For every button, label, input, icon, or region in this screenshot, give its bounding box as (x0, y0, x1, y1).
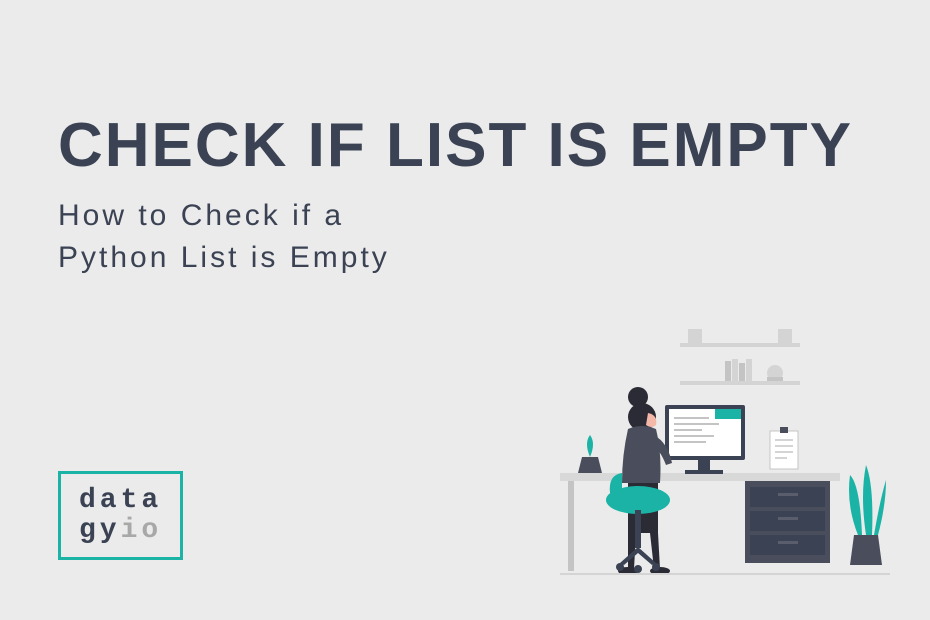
logo: data gyio (58, 471, 183, 560)
subtitle: How to Check if a Python List is Empty (58, 195, 390, 279)
logo-io: io (121, 515, 163, 546)
logo-gy: gy (79, 515, 121, 546)
logo-line-2: gyio (79, 516, 162, 545)
subtitle-line-2: Python List is Empty (58, 237, 390, 279)
subtitle-line-1: How to Check if a (58, 195, 390, 237)
main-title: CHECK IF LIST IS EMPTY (58, 110, 853, 181)
logo-line-1: data (79, 486, 162, 515)
desk-illustration (560, 325, 890, 585)
